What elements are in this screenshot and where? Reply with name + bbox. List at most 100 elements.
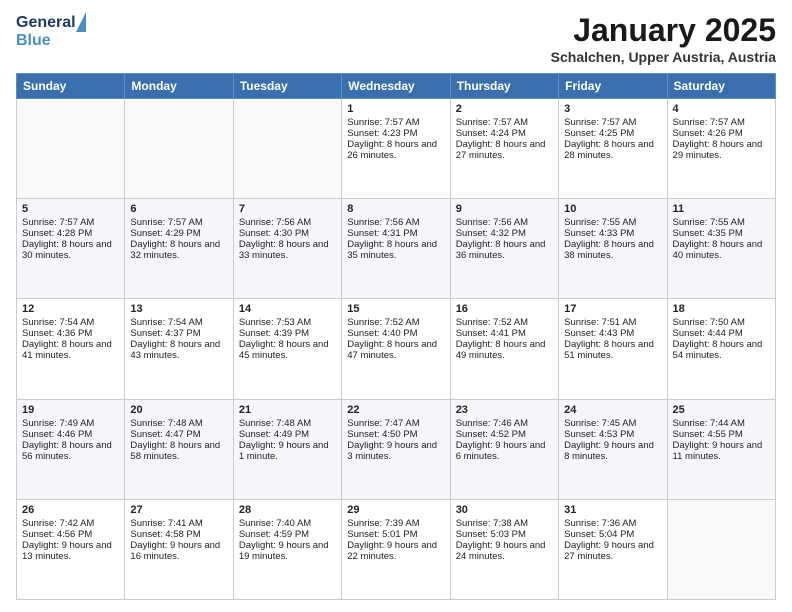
day-number: 15 <box>347 303 444 315</box>
header-thursday: Thursday <box>450 74 558 99</box>
cell-content: Sunset: 4:50 PM <box>347 429 444 440</box>
day-number: 31 <box>564 504 661 516</box>
day-number: 13 <box>130 303 227 315</box>
calendar-cell <box>125 99 233 199</box>
cell-content: Daylight: 9 hours and 27 minutes. <box>564 540 661 562</box>
header-monday: Monday <box>125 74 233 99</box>
cell-content: Daylight: 8 hours and 27 minutes. <box>456 139 553 161</box>
cell-content: Sunset: 4:40 PM <box>347 328 444 339</box>
cell-content: Sunrise: 7:55 AM <box>564 217 661 228</box>
week-row-4: 19Sunrise: 7:49 AMSunset: 4:46 PMDayligh… <box>17 399 776 499</box>
cell-content: Sunrise: 7:54 AM <box>130 317 227 328</box>
day-number: 22 <box>347 404 444 416</box>
cell-content: Daylight: 8 hours and 38 minutes. <box>564 239 661 261</box>
cell-content: Sunset: 4:24 PM <box>456 128 553 139</box>
cell-content: Sunrise: 7:54 AM <box>22 317 119 328</box>
day-number: 8 <box>347 203 444 215</box>
calendar-cell: 13Sunrise: 7:54 AMSunset: 4:37 PMDayligh… <box>125 299 233 399</box>
cell-content: Sunrise: 7:57 AM <box>347 117 444 128</box>
cell-content: Sunrise: 7:57 AM <box>564 117 661 128</box>
day-number: 20 <box>130 404 227 416</box>
cell-content: Daylight: 8 hours and 47 minutes. <box>347 339 444 361</box>
cell-content: Sunset: 4:33 PM <box>564 228 661 239</box>
cell-content: Sunset: 5:01 PM <box>347 529 444 540</box>
day-number: 29 <box>347 504 444 516</box>
calendar-cell: 23Sunrise: 7:46 AMSunset: 4:52 PMDayligh… <box>450 399 558 499</box>
cell-content: Sunset: 4:31 PM <box>347 228 444 239</box>
cell-content: Sunset: 4:43 PM <box>564 328 661 339</box>
day-number: 1 <box>347 103 444 115</box>
cell-content: Sunrise: 7:53 AM <box>239 317 336 328</box>
calendar-cell: 6Sunrise: 7:57 AMSunset: 4:29 PMDaylight… <box>125 199 233 299</box>
calendar-cell: 3Sunrise: 7:57 AMSunset: 4:25 PMDaylight… <box>559 99 667 199</box>
calendar-cell: 17Sunrise: 7:51 AMSunset: 4:43 PMDayligh… <box>559 299 667 399</box>
title-section: January 2025 Schalchen, Upper Austria, A… <box>551 12 776 65</box>
cell-content: Sunrise: 7:50 AM <box>673 317 770 328</box>
cell-content: Sunset: 4:35 PM <box>673 228 770 239</box>
cell-content: Sunset: 4:41 PM <box>456 328 553 339</box>
cell-content: Sunrise: 7:41 AM <box>130 518 227 529</box>
header-tuesday: Tuesday <box>233 74 341 99</box>
cell-content: Daylight: 9 hours and 6 minutes. <box>456 440 553 462</box>
day-number: 18 <box>673 303 770 315</box>
cell-content: Sunrise: 7:56 AM <box>347 217 444 228</box>
calendar-cell: 30Sunrise: 7:38 AMSunset: 5:03 PMDayligh… <box>450 499 558 599</box>
cell-content: Sunset: 4:32 PM <box>456 228 553 239</box>
cell-content: Daylight: 8 hours and 35 minutes. <box>347 239 444 261</box>
cell-content: Sunrise: 7:40 AM <box>239 518 336 529</box>
day-number: 19 <box>22 404 119 416</box>
header-sunday: Sunday <box>17 74 125 99</box>
page-header: General Blue January 2025 Schalchen, Upp… <box>16 12 776 65</box>
day-number: 17 <box>564 303 661 315</box>
cell-content: Sunset: 4:26 PM <box>673 128 770 139</box>
week-row-1: 1Sunrise: 7:57 AMSunset: 4:23 PMDaylight… <box>17 99 776 199</box>
day-number: 4 <box>673 103 770 115</box>
week-row-3: 12Sunrise: 7:54 AMSunset: 4:36 PMDayligh… <box>17 299 776 399</box>
calendar-cell: 9Sunrise: 7:56 AMSunset: 4:32 PMDaylight… <box>450 199 558 299</box>
calendar-cell: 18Sunrise: 7:50 AMSunset: 4:44 PMDayligh… <box>667 299 775 399</box>
cell-content: Daylight: 9 hours and 24 minutes. <box>456 540 553 562</box>
cell-content: Sunrise: 7:48 AM <box>130 418 227 429</box>
location-subtitle: Schalchen, Upper Austria, Austria <box>551 49 776 65</box>
calendar-cell: 15Sunrise: 7:52 AMSunset: 4:40 PMDayligh… <box>342 299 450 399</box>
cell-content: Daylight: 9 hours and 16 minutes. <box>130 540 227 562</box>
cell-content: Daylight: 8 hours and 56 minutes. <box>22 440 119 462</box>
calendar-table: Sunday Monday Tuesday Wednesday Thursday… <box>16 73 776 600</box>
cell-content: Daylight: 9 hours and 22 minutes. <box>347 540 444 562</box>
cell-content: Sunrise: 7:56 AM <box>239 217 336 228</box>
cell-content: Daylight: 8 hours and 26 minutes. <box>347 139 444 161</box>
cell-content: Sunrise: 7:57 AM <box>456 117 553 128</box>
cell-content: Sunset: 5:04 PM <box>564 529 661 540</box>
cell-content: Sunrise: 7:52 AM <box>456 317 553 328</box>
cell-content: Sunrise: 7:57 AM <box>22 217 119 228</box>
cell-content: Sunset: 4:36 PM <box>22 328 119 339</box>
cell-content: Sunset: 4:47 PM <box>130 429 227 440</box>
cell-content: Sunrise: 7:36 AM <box>564 518 661 529</box>
cell-content: Sunset: 4:37 PM <box>130 328 227 339</box>
cell-content: Sunset: 5:03 PM <box>456 529 553 540</box>
cell-content: Daylight: 9 hours and 8 minutes. <box>564 440 661 462</box>
cell-content: Daylight: 8 hours and 51 minutes. <box>564 339 661 361</box>
cell-content: Sunrise: 7:46 AM <box>456 418 553 429</box>
week-row-5: 26Sunrise: 7:42 AMSunset: 4:56 PMDayligh… <box>17 499 776 599</box>
cell-content: Daylight: 8 hours and 36 minutes. <box>456 239 553 261</box>
calendar-cell <box>17 99 125 199</box>
cell-content: Daylight: 8 hours and 41 minutes. <box>22 339 119 361</box>
calendar-page: General Blue January 2025 Schalchen, Upp… <box>0 0 792 612</box>
cell-content: Daylight: 9 hours and 19 minutes. <box>239 540 336 562</box>
cell-content: Sunset: 4:30 PM <box>239 228 336 239</box>
cell-content: Sunset: 4:28 PM <box>22 228 119 239</box>
cell-content: Sunrise: 7:47 AM <box>347 418 444 429</box>
cell-content: Daylight: 8 hours and 40 minutes. <box>673 239 770 261</box>
cell-content: Sunrise: 7:49 AM <box>22 418 119 429</box>
day-number: 21 <box>239 404 336 416</box>
calendar-cell: 5Sunrise: 7:57 AMSunset: 4:28 PMDaylight… <box>17 199 125 299</box>
cell-content: Daylight: 9 hours and 11 minutes. <box>673 440 770 462</box>
day-number: 30 <box>456 504 553 516</box>
day-number: 7 <box>239 203 336 215</box>
day-number: 6 <box>130 203 227 215</box>
day-number: 24 <box>564 404 661 416</box>
day-number: 3 <box>564 103 661 115</box>
calendar-cell: 10Sunrise: 7:55 AMSunset: 4:33 PMDayligh… <box>559 199 667 299</box>
calendar-cell: 27Sunrise: 7:41 AMSunset: 4:58 PMDayligh… <box>125 499 233 599</box>
